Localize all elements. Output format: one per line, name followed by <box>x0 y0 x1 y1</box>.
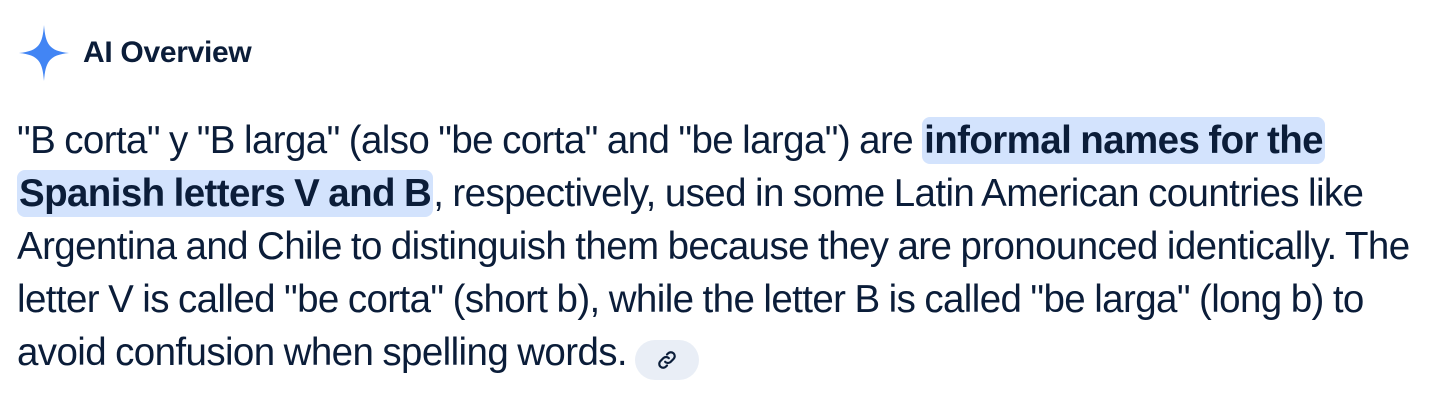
link-icon <box>656 349 678 371</box>
gemini-spark-icon <box>18 24 70 82</box>
ai-overview-header: AI Overview <box>18 24 252 82</box>
source-link-button[interactable] <box>635 340 700 380</box>
ai-overview-title: AI Overview <box>83 36 252 69</box>
answer-text-before: "B corta" y "B larga" (also "be corta" a… <box>17 119 923 162</box>
ai-overview-answer: "B corta" y "B larga" (also "be corta" a… <box>17 114 1447 380</box>
